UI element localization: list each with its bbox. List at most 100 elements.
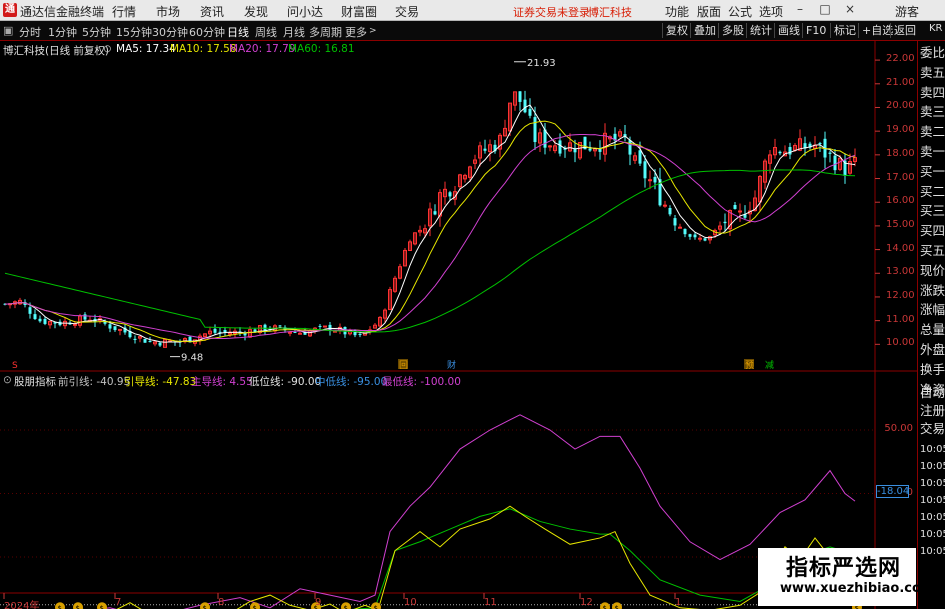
candle-body-up	[288, 331, 292, 334]
candle-body-down	[148, 341, 152, 343]
menu-trade[interactable]: 交易	[395, 3, 419, 20]
close-icon[interactable]: ×	[843, 2, 857, 16]
quote-field-label: 买五	[920, 243, 945, 258]
candle-body-down	[523, 99, 527, 113]
watermark-box: 指标严选网 www.xuezhibiao.com	[758, 548, 934, 606]
indicator-current-value: -18.04	[876, 485, 910, 498]
tab-monthly[interactable]: 月线	[283, 24, 305, 40]
candle-body-up	[738, 210, 742, 213]
back-button[interactable]: 返回	[890, 23, 919, 38]
tab-multi-period[interactable]: 多周期	[309, 24, 342, 40]
candle-body-down	[518, 91, 522, 102]
period-toolbar: ▣ 分时 1分钟 5分钟 15分钟 30分钟 60分钟 日线 周线 月线 多周期…	[0, 21, 945, 41]
candle-body-down	[143, 338, 147, 343]
candle-body-down	[223, 330, 227, 333]
candle-body-down	[528, 108, 532, 116]
menu-ask[interactable]: 问小达	[287, 3, 323, 20]
candle-body-down	[448, 192, 452, 197]
menu-square-icon[interactable]: ▣	[3, 24, 13, 37]
date-tick-label: 9	[315, 597, 322, 608]
price-tick-label: 14.00	[886, 242, 915, 254]
menu-layout[interactable]: 版面	[697, 3, 721, 20]
menu-wealth[interactable]: 财富圈	[341, 3, 377, 20]
candle-body-down	[318, 325, 322, 327]
buy-signal-icon: $	[615, 604, 619, 609]
tab-more[interactable]: 更多	[345, 24, 367, 40]
low-price-marker: 9.48	[181, 353, 203, 364]
candle-body-down	[133, 338, 137, 340]
candle-body-down	[833, 155, 837, 171]
app-title: 通达信金融终端	[20, 5, 105, 19]
menu-formula[interactable]: 公式	[728, 3, 752, 20]
date-tick-label: 11	[484, 597, 497, 608]
buy-signal-icon: $	[344, 604, 348, 609]
candle-body-down	[558, 140, 562, 154]
draw-line-button[interactable]: 画线	[774, 23, 803, 38]
guest-user[interactable]: 游客	[895, 3, 919, 20]
buy-signal-icon: $	[603, 604, 607, 609]
menu-news[interactable]: 资讯	[200, 3, 224, 20]
date-tick-label: 10	[404, 597, 417, 608]
quote-field-label: 买四	[920, 223, 945, 239]
candle-body-down	[683, 228, 687, 235]
candle-body-up	[678, 226, 682, 229]
menu-options[interactable]: 选项	[759, 3, 783, 20]
statistics-button[interactable]: 统计	[746, 23, 775, 38]
candle-body-down	[828, 152, 832, 154]
candle-body-down	[113, 326, 117, 331]
event-marker: 预	[745, 360, 754, 371]
price-tick-label: 13.00	[886, 266, 915, 278]
candle-body-down	[588, 148, 592, 151]
candle-body-down	[643, 161, 647, 179]
overlay-button[interactable]: 叠加	[690, 23, 719, 38]
mark-button[interactable]: 标记	[830, 23, 859, 38]
ma20-line	[4, 133, 856, 340]
tab-15min[interactable]: 15分钟	[116, 24, 152, 40]
candle-body-up	[548, 145, 552, 148]
quote-field-label: 涨幅	[920, 302, 945, 318]
candle-body-down	[533, 117, 537, 143]
candle-body-down	[278, 325, 282, 327]
app-logo-icon: 通	[3, 3, 17, 17]
tab-60min[interactable]: 60分钟	[189, 24, 225, 40]
auto-trade-label[interactable]: 注册	[920, 403, 945, 419]
front-guide-line	[75, 505, 856, 609]
menu-function[interactable]: 功能	[665, 3, 689, 20]
auto-trade-label[interactable]: 自动	[920, 385, 945, 401]
menu-quotes[interactable]: 行情	[112, 3, 136, 20]
quote-side-panel: 委比 卖五 卖四 卖三 卖二 卖一 买一 买二 买三 买四 买五 现价 涨跌 涨幅 总量 外盘 换手 净资 自动 注册…	[917, 41, 945, 609]
minimize-icon[interactable]: –	[793, 2, 807, 16]
candle-body-up	[298, 332, 302, 335]
date-tick-label: 1	[675, 597, 682, 608]
menu-discover[interactable]: 发现	[244, 3, 268, 20]
tab-intraday[interactable]: 分时	[19, 24, 41, 40]
tick-time-label: 10:05	[920, 478, 945, 489]
menu-market[interactable]: 市场	[156, 3, 180, 20]
f10-button[interactable]: F10	[802, 23, 829, 38]
chart-canvas[interactable]: 21.939.48S 回财预减$ $ $ $ $ $ $ $ $ $ $	[0, 41, 917, 609]
adjust-button[interactable]: 复权	[662, 23, 691, 38]
buy-signal-icon: $	[374, 604, 378, 609]
candle-body-down	[818, 142, 822, 144]
candle-body-down	[653, 176, 657, 183]
quote-field-label: 总量	[920, 322, 945, 338]
chevron-right-icon[interactable]: >	[369, 26, 377, 36]
date-tick-label: 12	[580, 597, 593, 608]
candle-body-down	[788, 146, 792, 155]
date-tick-label: 2024年	[4, 601, 40, 609]
tab-daily[interactable]: 日线	[227, 24, 249, 40]
multi-stock-button[interactable]: 多股	[718, 23, 747, 38]
auto-trade-label[interactable]: 交易	[920, 421, 945, 437]
candle-body-down	[213, 328, 217, 333]
tab-30min[interactable]: 30分钟	[152, 24, 188, 40]
maximize-icon[interactable]: □	[818, 2, 832, 16]
quote-field-label: 换手	[920, 361, 945, 377]
tab-1min[interactable]: 1分钟	[48, 24, 77, 40]
tab-5min[interactable]: 5分钟	[82, 24, 111, 40]
buy-signal-icon: $	[100, 604, 104, 609]
candle-body-up	[648, 179, 652, 182]
quote-field-label: 买三	[920, 203, 945, 219]
tab-weekly[interactable]: 周线	[255, 24, 277, 40]
login-status[interactable]: 证券交易未登录	[513, 4, 590, 20]
candle-body-down	[628, 140, 632, 155]
